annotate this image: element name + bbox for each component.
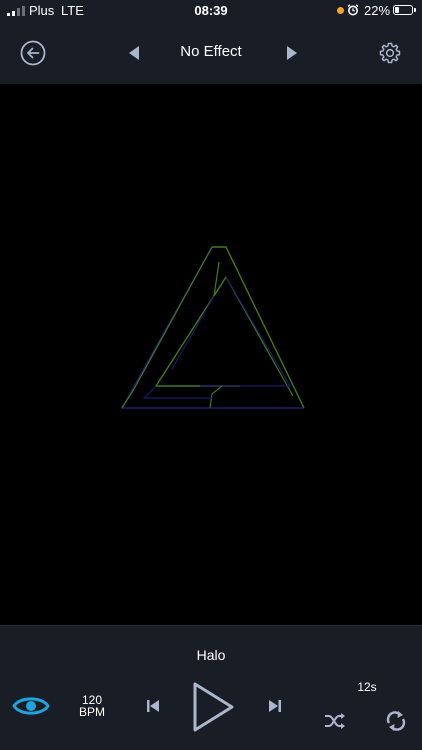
top-navigation-bar: No Effect [0, 22, 422, 84]
repeat-button[interactable] [383, 708, 409, 734]
alarm-clock-icon [347, 4, 359, 16]
skip-previous-icon [147, 700, 159, 712]
next-effect-button[interactable] [277, 38, 307, 68]
bpm-unit: BPM [78, 705, 105, 719]
shuffle-button[interactable] [322, 710, 348, 732]
battery-icon [393, 5, 413, 15]
effect-name: No Effect [180, 43, 242, 60]
status-bar: Plus LTE 08:39 22% [0, 0, 422, 22]
shuffle-icon [325, 713, 345, 729]
gear-icon [379, 42, 401, 64]
penrose-triangle-graphic [120, 246, 305, 409]
eye-icon [12, 697, 50, 715]
previous-track-button[interactable] [143, 696, 163, 716]
bpm-display[interactable]: 120 BPM [70, 694, 114, 718]
duration-label: 12s [357, 680, 377, 694]
settings-button[interactable] [375, 38, 405, 68]
visualizer-canvas[interactable] [0, 84, 422, 625]
next-track-button[interactable] [265, 696, 285, 716]
player-panel: Halo 120 BPM 12s [0, 625, 422, 750]
play-button[interactable] [188, 680, 238, 734]
app-screen: Plus LTE 08:39 22% No Effect Halo 120 BP… [0, 0, 422, 750]
status-indicator-dot [337, 7, 344, 14]
track-title: Halo [196, 647, 226, 663]
triangle-right-icon [287, 46, 297, 60]
battery-level-fill [395, 7, 399, 13]
battery-percentage: 22% [364, 3, 391, 18]
battery-tip [414, 8, 416, 12]
repeat-icon [386, 711, 406, 731]
play-icon [193, 682, 234, 732]
visualizer-toggle-button[interactable] [12, 692, 50, 720]
skip-next-icon [269, 700, 281, 712]
